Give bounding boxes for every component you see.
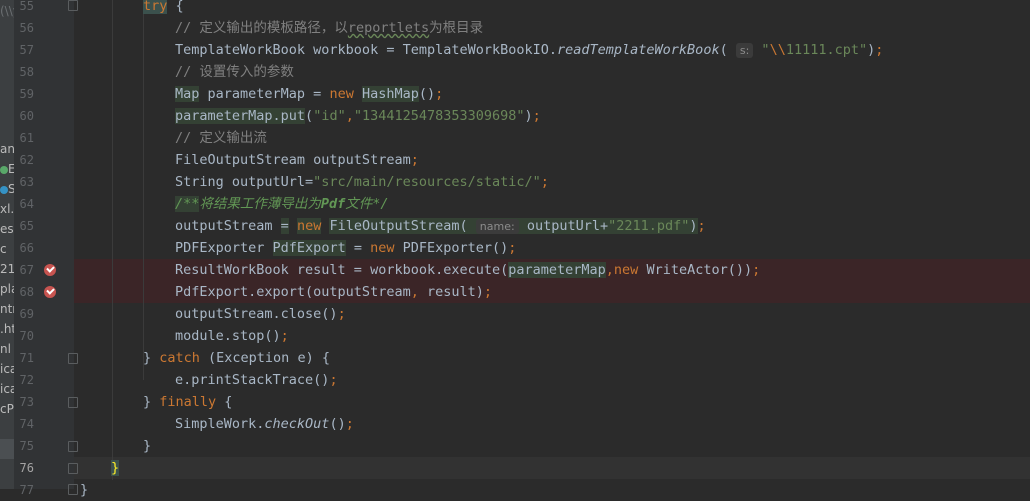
code-line: 75 }: [0, 435, 1030, 457]
code-text: // 定义输出的模板路径，以reportlets为根目录: [175, 20, 484, 36]
code-text: SimpleWork.checkOut();: [175, 416, 354, 432]
line-number: 72: [19, 373, 34, 387]
line-number: 76: [19, 461, 34, 475]
line-number: 77: [19, 483, 34, 497]
line-number: 65: [19, 219, 34, 233]
code-text: }: [80, 482, 89, 498]
fold-icon[interactable]: [68, 463, 78, 474]
parameter-hint: name:: [475, 219, 519, 234]
code-line: 74 SimpleWork.checkOut();: [0, 413, 1030, 435]
fold-icon[interactable]: [68, 441, 78, 452]
code-text: }: [143, 438, 152, 454]
code-line: 63 String outputUrl="src/main/resources/…: [0, 171, 1030, 193]
breakpoint-icon[interactable]: [44, 264, 56, 276]
code-line: 77 }: [0, 479, 1030, 501]
line-number: 61: [19, 131, 34, 145]
line-number: 59: [19, 87, 34, 101]
code-text: FileOutputStream outputStream;: [175, 152, 419, 168]
line-number: 56: [19, 21, 34, 35]
code-line: 64 /**将结果工作薄导出为Pdf文件*/: [0, 193, 1030, 215]
code-line: 57 TemplateWorkBook workbook = TemplateW…: [0, 39, 1030, 61]
line-number: 55: [19, 0, 34, 13]
line-number: 67: [19, 263, 34, 277]
code-text: try {: [143, 0, 184, 14]
code-text: module.stop();: [175, 328, 289, 344]
code-line: 60 parameterMap.put("id","13441254783533…: [0, 105, 1030, 127]
parameter-hint: s:: [735, 43, 754, 58]
code-text: ResultWorkBook result = workbook.execute…: [175, 262, 761, 278]
code-text: String outputUrl="src/main/resources/sta…: [175, 174, 549, 190]
code-text: outputStream.close();: [175, 306, 346, 322]
line-number: 62: [19, 153, 34, 167]
line-number: 74: [19, 417, 34, 431]
line-number: 71: [19, 351, 34, 365]
fold-icon[interactable]: [68, 0, 78, 11]
code-line: 76 }: [0, 457, 1030, 479]
code-text: e.printStackTrace();: [175, 372, 338, 388]
line-number: 70: [19, 329, 34, 343]
code-line: 72 e.printStackTrace();: [0, 369, 1030, 391]
fold-icon[interactable]: [68, 353, 78, 364]
fold-icon[interactable]: [68, 484, 78, 495]
code-line: 55 try {: [0, 0, 1030, 17]
code-line: 66 PDFExporter PdfExport = new PDFExport…: [0, 237, 1030, 259]
line-number: 66: [19, 241, 34, 255]
code-text: } finally {: [143, 394, 233, 410]
code-text: // 设置传入的参数: [175, 64, 294, 80]
code-text: }: [111, 460, 120, 476]
line-number: 75: [19, 439, 34, 453]
code-line: 70 module.stop();: [0, 325, 1030, 347]
line-number: 58: [19, 65, 34, 79]
code-line: 59 Map parameterMap = new HashMap();: [0, 83, 1030, 105]
code-text: /**将结果工作薄导出为Pdf文件*/: [175, 196, 389, 212]
code-line: 67 ResultWorkBook result = workbook.exec…: [0, 259, 1030, 281]
code-text: parameterMap.put("id","13441254783533096…: [175, 108, 541, 124]
breakpoint-icon[interactable]: [44, 286, 56, 298]
code-text: } catch (Exception e) {: [143, 350, 330, 366]
line-number: 68: [19, 285, 34, 299]
fold-icon[interactable]: [68, 397, 78, 408]
code-line: 69 outputStream.close();: [0, 303, 1030, 325]
line-number: 73: [19, 395, 34, 409]
code-text: TemplateWorkBook workbook = TemplateWork…: [175, 42, 884, 58]
line-number: 60: [19, 109, 34, 123]
code-text: Map parameterMap = new HashMap();: [175, 86, 444, 102]
code-line: 71 } catch (Exception e) {: [0, 347, 1030, 369]
code-line: 62 FileOutputStream outputStream;: [0, 149, 1030, 171]
line-number: 64: [19, 197, 34, 211]
code-line: 61 // 定义输出流: [0, 127, 1030, 149]
code-line: 58 // 设置传入的参数: [0, 61, 1030, 83]
code-line: 56 // 定义输出的模板路径，以reportlets为根目录: [0, 17, 1030, 39]
line-number: 69: [19, 307, 34, 321]
code-text: PdfExport.export(outputStream, result);: [175, 284, 493, 300]
line-number: 63: [19, 175, 34, 189]
code-line: 65 outputStream = new FileOutputStream( …: [0, 215, 1030, 237]
code-text: // 定义输出流: [175, 130, 267, 146]
code-text: PDFExporter PdfExport = new PDFExporter(…: [175, 240, 517, 256]
code-text: outputStream = new FileOutputStream( nam…: [175, 218, 706, 234]
code-line: 68 PdfExport.export(outputStream, result…: [0, 281, 1030, 303]
code-line: 73 } finally {: [0, 391, 1030, 413]
line-number: 57: [19, 43, 34, 57]
